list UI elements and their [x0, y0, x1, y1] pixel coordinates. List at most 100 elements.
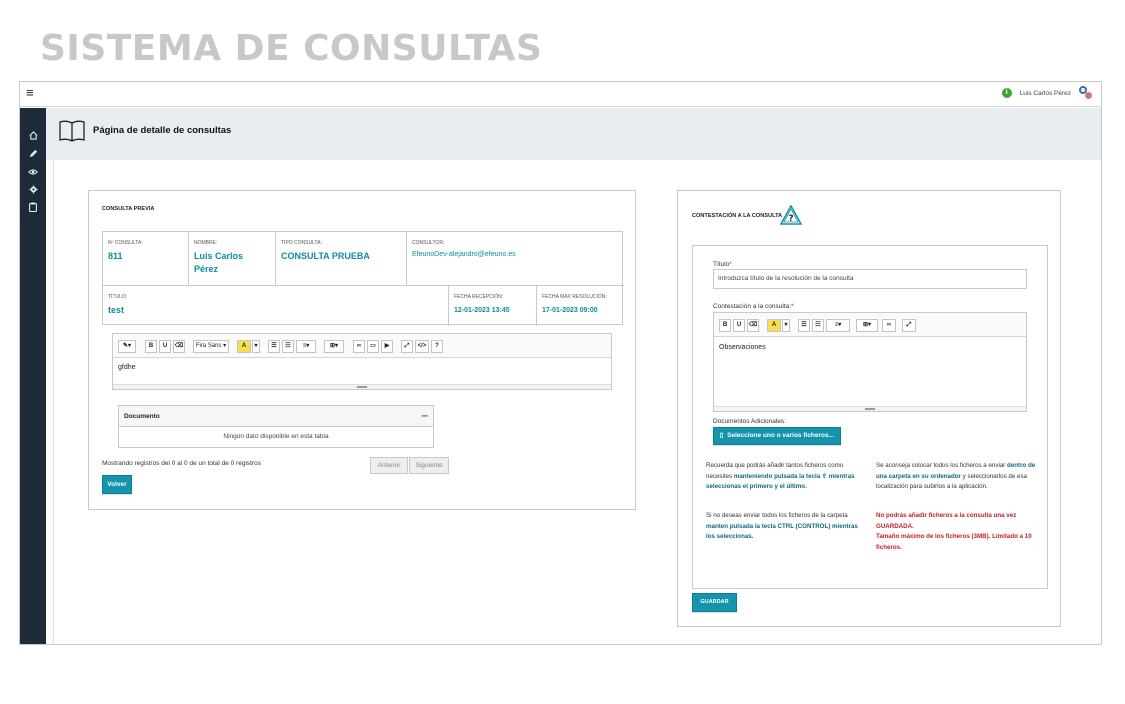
num-consulta-cell: Nº CONSULTA: 811: [103, 232, 189, 286]
contestacion-editor-resize-handle[interactable]: [714, 406, 1026, 411]
fecha-max-cell: FECHA MAX RESOLUCIÓN: 17-01-2023 09:00: [537, 286, 624, 326]
users-settings-icon[interactable]: [1079, 86, 1093, 100]
hamburger-menu-icon[interactable]: ≡: [26, 85, 34, 100]
documents-table-header: Documento –: [119, 406, 433, 427]
nombre-cell: NOMBRE: Luis Carlos Pérez: [189, 232, 276, 286]
respuesta-field-label: Contestación a la consulta:*: [713, 303, 794, 310]
svg-text:?: ?: [788, 214, 793, 224]
numbered-list-icon[interactable]: ☷: [282, 340, 294, 353]
numbered-list-icon[interactable]: ☷: [812, 319, 824, 332]
note-folder-advice: Se aconseja colocar todos los ficheros a…: [876, 462, 1036, 490]
select-files-button[interactable]: ▯ Seleccione uno o varios ficheros...: [713, 427, 841, 445]
consulta-info-grid: Nº CONSULTA: 811 NOMBRE: Luis Carlos Pér…: [102, 231, 624, 326]
highlight-color-button[interactable]: A: [767, 319, 781, 332]
tipo-consulta-cell: TIPO CONSULTA: CONSULTA PRUEBA: [276, 232, 407, 286]
titulo-value: test: [108, 305, 125, 315]
num-consulta-label: Nº CONSULTA:: [108, 240, 143, 246]
documents-empty-message: Ningún dato disponible en esta tabla: [223, 433, 329, 440]
underline-button[interactable]: U: [733, 319, 745, 332]
note-file-limits: No podrás añadir ficheros a la consulta …: [876, 512, 1032, 551]
highlight-dropdown-icon[interactable]: ▾: [252, 340, 260, 353]
docs-adicionales-label: Documentos Adicionales:: [713, 418, 786, 425]
eye-icon[interactable]: [20, 164, 46, 182]
titulo-input[interactable]: Introduzca título de la resolución de la…: [713, 269, 1027, 289]
eraser-icon[interactable]: ⌫: [747, 319, 759, 332]
consulta-previa-title: CONSULTA PREVIA: [102, 206, 155, 212]
link-icon[interactable]: ∞: [353, 340, 365, 353]
collapse-minus-icon[interactable]: –: [421, 408, 428, 422]
consultor-label: CONSULTOR:: [412, 240, 445, 246]
contestacion-editor-toolbar: B U ⌫ A ▾ ☰ ☷ ≡▾ ⊞▾ ∞ ⤢: [714, 313, 1026, 337]
note-multiple-files: Recuerda que podrás añadir tantos ficher…: [706, 462, 855, 490]
contestacion-title: CONTESTACIÓN A LA CONSULTA: [692, 213, 783, 219]
consulta-previa-card: CONSULTA PREVIA Nº CONSULTA: 811 NOMBRE:…: [88, 190, 636, 510]
code-view-icon[interactable]: </>: [415, 340, 429, 353]
fecha-recepcion-cell: FECHA RECEPCIÓN: 12-01-2023 13:45: [449, 286, 537, 326]
bold-button[interactable]: B: [145, 340, 157, 353]
fecha-recepcion-label: FECHA RECEPCIÓN:: [454, 294, 504, 300]
titulo-field-label: Título*: [713, 261, 732, 268]
consultor-value: EfeunoDev-alejandro@efeuno.es: [412, 251, 516, 258]
highlight-color-button[interactable]: A: [237, 340, 251, 353]
titulo-label: TÍTULO:: [108, 294, 128, 300]
num-consulta-value: 811: [108, 251, 123, 261]
highlight-dropdown-icon[interactable]: ▾: [782, 319, 790, 332]
eraser-icon[interactable]: ⌫: [173, 340, 185, 353]
magic-wand-icon[interactable]: ✎▾: [118, 340, 136, 353]
top-bar: ≡ i Luis Carlos Pérez: [20, 82, 1101, 107]
previous-page-button[interactable]: Anterior: [370, 457, 408, 474]
documents-column-header: Documento: [124, 413, 160, 420]
video-icon[interactable]: ▶: [381, 340, 393, 353]
align-dropdown-icon[interactable]: ≡▾: [826, 319, 850, 332]
align-dropdown-icon[interactable]: ≡▾: [296, 340, 316, 353]
underline-button[interactable]: U: [159, 340, 171, 353]
contestacion-text-editor: B U ⌫ A ▾ ☰ ☷ ≡▾ ⊞▾ ∞ ⤢ Observaciones: [713, 312, 1027, 412]
user-name: Luis Carlos Pérez: [1019, 89, 1071, 97]
next-page-button[interactable]: Siguiente: [409, 457, 449, 474]
consulta-text-editor: ✎▾ B U ⌫ Fira Sans ▾ A ▾ ☰ ☷ ≡▾ ⊞▾ ∞ ▭ ▶…: [112, 333, 612, 390]
tipo-consulta-label: TIPO CONSULTA:: [281, 240, 322, 246]
consultor-cell: CONSULTOR: EfeunoDev-alejandro@efeuno.es: [407, 232, 624, 286]
home-icon[interactable]: [20, 128, 46, 146]
table-insert-icon[interactable]: ⊞▾: [856, 319, 878, 332]
editor-content[interactable]: gfdhe: [118, 364, 136, 371]
help-icon[interactable]: ?: [431, 340, 443, 353]
tipo-consulta-value: CONSULTA PRUEBA: [281, 251, 370, 261]
pencil-icon[interactable]: [20, 146, 46, 164]
fecha-recepcion-value: 12-01-2023 13:45: [454, 307, 510, 314]
fullscreen-icon[interactable]: ⤢: [401, 340, 413, 353]
app-window: ≡ i Luis Carlos Pérez Página de detalle …: [19, 81, 1102, 645]
fecha-max-value: 17-01-2023 09:00: [542, 307, 598, 314]
font-family-select[interactable]: Fira Sans ▾: [193, 340, 229, 353]
back-button[interactable]: Volver: [102, 475, 132, 494]
content-area: CONSULTA PREVIA Nº CONSULTA: 811 NOMBRE:…: [53, 160, 1093, 644]
file-icon: ▯: [719, 432, 724, 439]
bullet-list-icon[interactable]: ☰: [798, 319, 810, 332]
book-icon: [59, 120, 85, 142]
info-status-icon[interactable]: i: [1001, 88, 1012, 98]
save-button[interactable]: GUARDAR: [692, 593, 737, 612]
bullet-list-icon[interactable]: ☰: [268, 340, 280, 353]
page-heading: SISTEMA DE CONSULTAS: [40, 28, 543, 69]
link-icon[interactable]: ∞: [882, 319, 896, 332]
bold-button[interactable]: B: [719, 319, 731, 332]
note-ctrl-key: Si no deseas enviar todos los ficheros d…: [706, 512, 858, 540]
paging-info: Mostrando registros del 0 al 0 de un tot…: [102, 460, 261, 467]
page-title: Página de detalle de consultas: [93, 125, 232, 136]
image-icon[interactable]: ▭: [367, 340, 379, 353]
fecha-max-label: FECHA MAX RESOLUCIÓN:: [542, 294, 607, 300]
editor-toolbar: ✎▾ B U ⌫ Fira Sans ▾ A ▾ ☰ ☷ ≡▾ ⊞▾ ∞ ▭ ▶…: [113, 334, 611, 358]
contestacion-card: CONTESTACIÓN A LA CONSULTA ? Título* Int…: [677, 190, 1061, 627]
documents-table: Documento – Ningún dato disponible en es…: [118, 405, 434, 448]
editor-resize-handle[interactable]: [113, 384, 611, 389]
clipboard-icon[interactable]: [20, 200, 46, 218]
fullscreen-icon[interactable]: ⤢: [902, 319, 916, 332]
question-warning-icon: ?: [780, 205, 802, 225]
contestacion-form: Título* Introduzca título de la resoluci…: [692, 245, 1048, 589]
contestacion-editor-content[interactable]: Observaciones: [719, 344, 766, 351]
titulo-cell: TÍTULO: test: [103, 286, 449, 326]
gear-icon[interactable]: [20, 182, 46, 200]
table-insert-icon[interactable]: ⊞▾: [324, 340, 344, 353]
sidebar: [20, 108, 46, 644]
user-area: i Luis Carlos Pérez: [1001, 86, 1093, 100]
